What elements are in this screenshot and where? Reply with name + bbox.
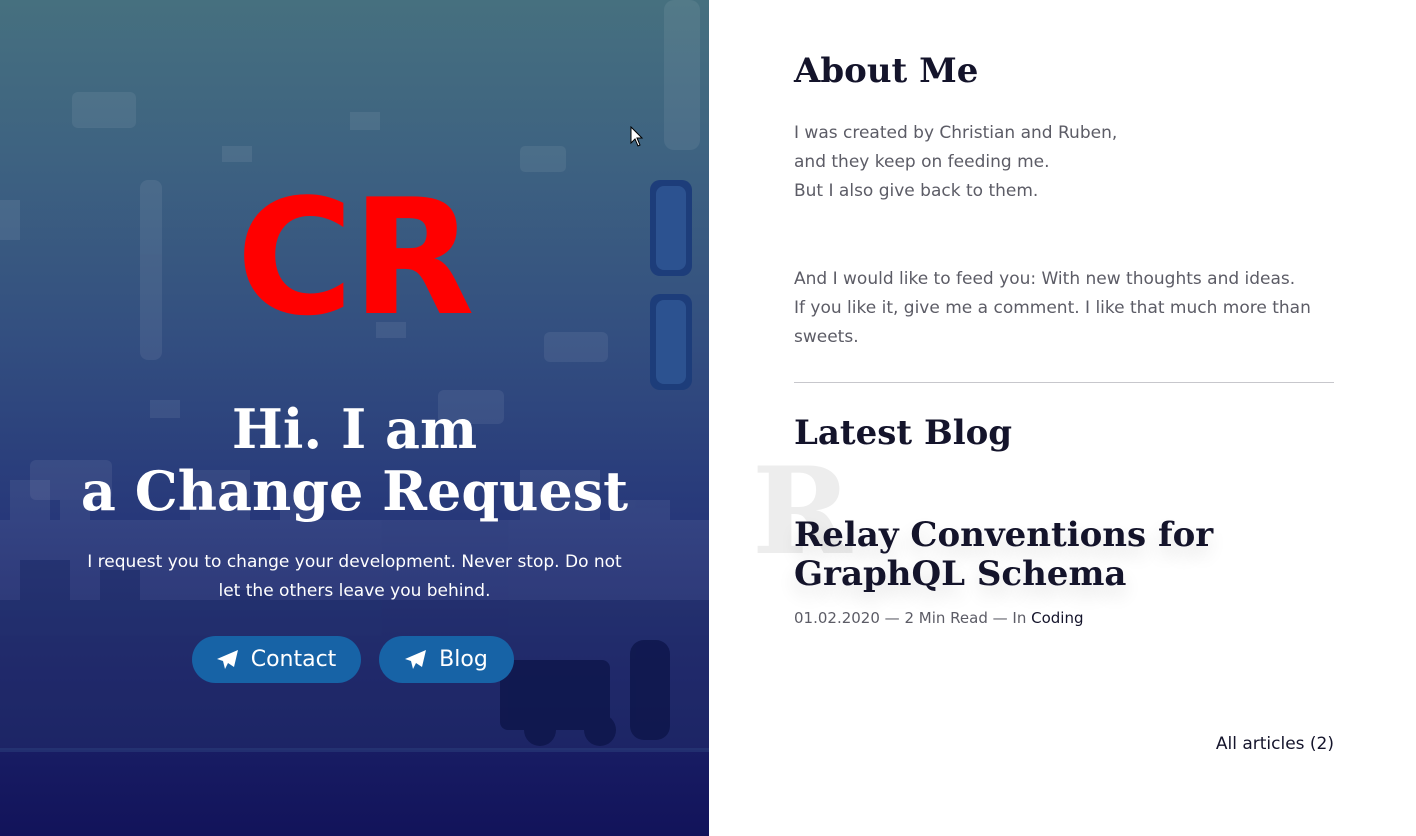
all-articles-link[interactable]: All articles (2) <box>1216 732 1334 756</box>
blog-button[interactable]: Blog <box>379 636 514 683</box>
paper-plane-icon <box>216 649 239 670</box>
about-line: If you like it, give me a comment. I lik… <box>794 298 1311 318</box>
post-meta: 01.02.2020 — 2 Min Read — In Coding <box>794 606 1084 630</box>
post-title-link[interactable]: Relay Conventions for GraphQL Schema <box>794 516 1264 594</box>
about-line: I was created by Christian and Ruben, <box>794 123 1118 143</box>
hero-title-line1: Hi. I am <box>231 397 478 461</box>
meta-separator: — <box>884 609 905 627</box>
blog-button-label: Blog <box>439 647 488 672</box>
about-title: About Me <box>794 51 979 91</box>
hero-title: Hi. I am a Change Request <box>0 398 709 522</box>
contact-button[interactable]: Contact <box>192 636 361 683</box>
hero-title-line2: a Change Request <box>80 459 629 523</box>
post-category-link[interactable]: Coding <box>1031 609 1083 627</box>
logo: CR <box>236 164 475 351</box>
meta-separator: — <box>992 609 1013 627</box>
about-line: But I also give back to them. <box>794 181 1039 201</box>
hero-subtitle: I request you to change your development… <box>87 552 622 601</box>
mouse-cursor-icon <box>630 126 644 147</box>
about-line: And I would like to feed you: With new t… <box>794 269 1296 289</box>
about-line: sweets. <box>794 327 859 347</box>
post-in-label: In <box>1012 609 1027 627</box>
post-date: 01.02.2020 <box>794 609 880 627</box>
about-paragraph-2: And I would like to feed you: With new t… <box>794 265 1314 352</box>
contact-button-label: Contact <box>250 647 337 672</box>
about-paragraph-1: I was created by Christian and Ruben, an… <box>794 119 1314 206</box>
hero-panel: CR Hi. I am a Change Request I request y… <box>0 0 709 836</box>
about-line: and they keep on feeding me. <box>794 152 1050 172</box>
post-read-time: 2 Min Read <box>904 609 988 627</box>
paper-plane-icon <box>405 649 427 670</box>
section-divider <box>794 382 1334 383</box>
